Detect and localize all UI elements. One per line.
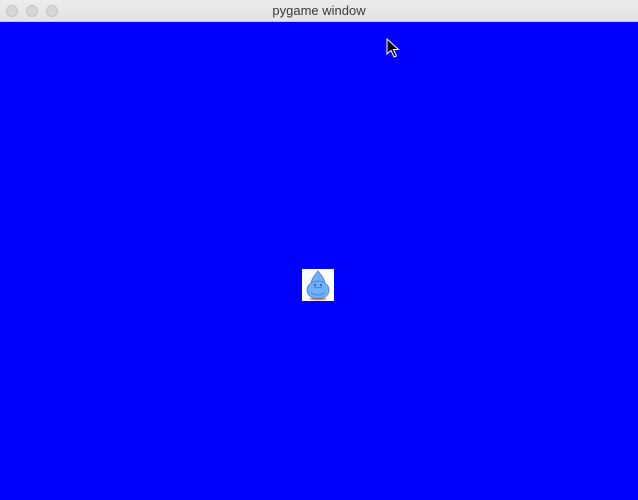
- blue-blob-character-icon: [302, 269, 334, 301]
- window-title: pygame window: [272, 3, 366, 18]
- game-canvas[interactable]: [0, 22, 638, 500]
- mouse-pointer-icon: [386, 37, 400, 58]
- pygame-window: pygame window: [0, 0, 638, 500]
- title-bar[interactable]: pygame window: [0, 0, 638, 22]
